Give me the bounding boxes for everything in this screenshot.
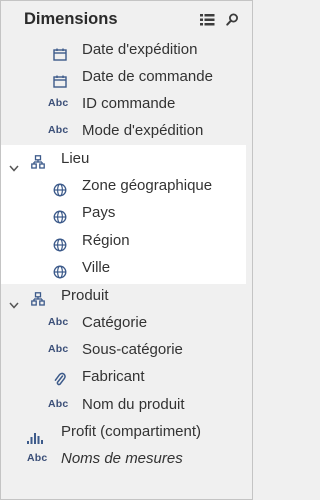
field-label: Produit [61,287,109,304]
field-id-commande[interactable]: Abc ID commande [1,90,252,117]
search-icon[interactable] [226,13,239,31]
field-zone-geographique[interactable]: Zone géographique [1,172,252,199]
abc-icon: Abc [27,452,48,464]
panel-title: Dimensions [24,10,118,28]
data-pane: Dimensions Date d'expédition Date de com… [0,0,253,500]
list-view-icon[interactable] [200,13,215,31]
dimensions-header: Dimensions [1,1,252,37]
field-label: Pays [82,204,116,221]
hierarchy-produit[interactable]: Produit [1,282,252,309]
hierarchy-lieu[interactable]: Lieu [1,145,252,172]
field-label: Mode d'expédition [82,122,204,139]
field-label: Lieu [61,150,90,167]
field-pays[interactable]: Pays [1,199,252,226]
field-label: ID commande [82,95,176,112]
field-label: Région [82,232,130,249]
field-noms-de-mesures[interactable]: Abc Noms de mesures [1,445,252,472]
field-label: Fabricant [82,368,145,385]
field-label: Noms de mesures [61,450,183,467]
abc-icon: Abc [48,97,69,109]
abc-icon: Abc [48,343,69,355]
abc-icon: Abc [48,124,69,136]
field-label: Ville [82,259,111,276]
field-label: Zone géographique [82,177,213,194]
field-profit-compartiment[interactable]: Profit (compartiment) [1,418,252,445]
field-date-expedition[interactable]: Date d'expédition [1,36,252,63]
field-mode-expedition[interactable]: Abc Mode d'expédition [1,117,252,144]
field-sous-categorie[interactable]: Abc Sous-catégorie [1,336,252,363]
field-label: Catégorie [82,314,148,331]
abc-icon: Abc [48,316,69,328]
field-label: Date d'expédition [82,41,198,58]
abc-icon: Abc [48,398,69,410]
field-label: Sous-catégorie [82,341,183,358]
field-label: Nom du produit [82,396,185,413]
field-nom-du-produit[interactable]: Abc Nom du produit [1,391,252,418]
field-categorie[interactable]: Abc Catégorie [1,309,252,336]
field-region[interactable]: Région [1,227,252,254]
field-label: Profit (compartiment) [61,423,202,440]
field-ville[interactable]: Ville [1,254,252,281]
field-fabricant[interactable]: Fabricant [1,363,252,390]
field-label: Date de commande [82,68,213,85]
field-date-commande[interactable]: Date de commande [1,63,252,90]
